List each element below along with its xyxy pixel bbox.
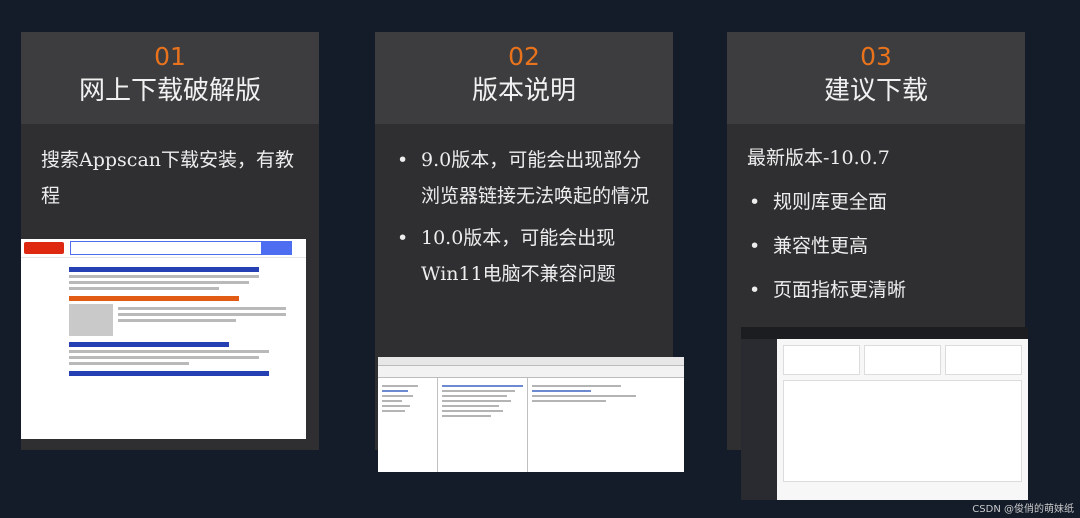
card-number: 02 bbox=[508, 42, 540, 71]
card-title: 网上下载破解版 bbox=[78, 76, 261, 106]
metric-tile bbox=[864, 345, 941, 375]
bullet-item: 10.0版本，可能会出现Win11电脑不兼容问题 bbox=[395, 220, 653, 292]
bullet-item: 9.0版本，可能会出现部分浏览器链接无法唤起的情况 bbox=[395, 142, 653, 214]
dashboard bbox=[777, 339, 1028, 500]
card-header: 01 网上下载破解版 bbox=[21, 32, 319, 124]
details-pane bbox=[528, 378, 684, 472]
toolbar bbox=[378, 366, 684, 378]
card-title: 建议下载 bbox=[823, 76, 928, 106]
bullet-item: 页面指标更清晰 bbox=[747, 268, 1005, 312]
card-body: 最新版本-10.0.7 规则库更全面 兼容性更高 页面指标更清晰 bbox=[727, 124, 1025, 312]
version-intro: 最新版本-10.0.7 bbox=[747, 147, 890, 169]
window-body bbox=[378, 378, 684, 472]
baidu-logo-icon bbox=[24, 242, 64, 254]
card-text: 搜索Appscan下载安装，有教程 bbox=[41, 149, 295, 207]
search-results-screenshot bbox=[21, 239, 306, 439]
card-number: 01 bbox=[154, 42, 186, 71]
results-list bbox=[21, 258, 306, 376]
bullet-list: 规则库更全面 兼容性更高 页面指标更清晰 bbox=[747, 180, 1005, 312]
bullet-list: 9.0版本，可能会出现部分浏览器链接无法唤起的情况 10.0版本，可能会出现Wi… bbox=[395, 142, 653, 292]
footer-credit: CSDN @俊俏的萌妹纸 bbox=[972, 504, 1074, 515]
metric-tiles bbox=[783, 345, 1022, 375]
window-body bbox=[741, 339, 1028, 500]
search-box bbox=[70, 241, 262, 255]
bullet-item: 规则库更全面 bbox=[747, 180, 1005, 224]
metric-tile bbox=[783, 345, 860, 375]
issues-pane bbox=[438, 378, 528, 472]
metric-tile bbox=[945, 345, 1022, 375]
card-number: 03 bbox=[860, 42, 892, 71]
result-thumbnail bbox=[69, 304, 113, 336]
card-body: 搜索Appscan下载安装，有教程 bbox=[21, 124, 319, 214]
card-header: 03 建议下载 bbox=[727, 32, 1025, 124]
card-body: 9.0版本，可能会出现部分浏览器链接无法唤起的情况 10.0版本，可能会出现Wi… bbox=[375, 124, 673, 292]
title-bar bbox=[741, 327, 1028, 339]
appscan10-screenshot bbox=[741, 327, 1028, 500]
summary-panel bbox=[783, 380, 1022, 482]
card-header: 02 版本说明 bbox=[375, 32, 673, 124]
card-title: 版本说明 bbox=[471, 76, 576, 106]
side-nav bbox=[741, 339, 777, 500]
bullet-item: 兼容性更高 bbox=[747, 224, 1005, 268]
appscan9-screenshot bbox=[378, 357, 684, 472]
menu-bar bbox=[378, 357, 684, 366]
search-button bbox=[262, 241, 292, 255]
search-bar-area bbox=[21, 239, 306, 258]
tree-pane bbox=[378, 378, 438, 472]
